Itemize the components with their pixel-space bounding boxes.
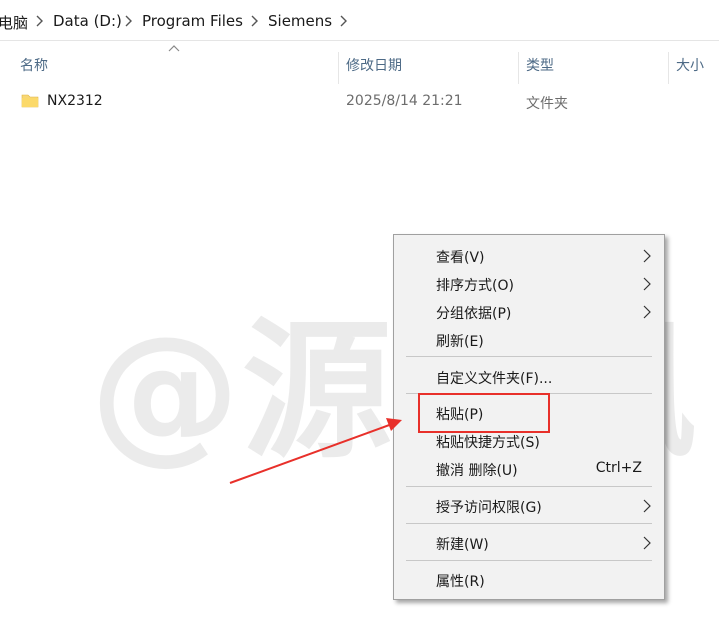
chevron-right-icon <box>643 249 651 263</box>
menu-separator <box>406 560 652 561</box>
file-modified: 2025/8/14 21:21 <box>346 93 463 109</box>
chevron-right-icon <box>643 305 651 319</box>
menu-separator <box>406 486 652 487</box>
menu-item-label: 查看(V) <box>436 250 485 266</box>
menu-item-shortcut: Ctrl+Z <box>595 460 642 476</box>
chevron-right-icon <box>643 499 651 513</box>
menu-item-label: 刷新(E) <box>436 334 484 350</box>
column-divider[interactable] <box>338 52 339 84</box>
chevron-right-icon[interactable] <box>337 14 349 28</box>
file-row[interactable]: NX2312 2025/8/14 21:21 文件夹 <box>0 88 719 116</box>
breadcrumb: 电脑 Data (D:) Program Files Siemens <box>0 0 719 41</box>
menu-item-label: 撤消 删除(U) <box>436 463 518 479</box>
menu-item-undo-delete[interactable]: 撤消 删除(U) Ctrl+Z <box>394 456 664 482</box>
sort-ascending-icon <box>168 45 180 52</box>
menu-item-properties[interactable]: 属性(R) <box>394 567 664 593</box>
menu-item-label: 新建(W) <box>436 537 489 553</box>
menu-separator <box>406 523 652 524</box>
chevron-right-icon <box>251 15 258 27</box>
menu-item-label: 排序方式(O) <box>436 278 514 294</box>
chevron-right-icon <box>125 15 132 27</box>
menu-item-new[interactable]: 新建(W) <box>394 530 664 556</box>
menu-item-give-access[interactable]: 授予访问权限(G) <box>394 493 664 519</box>
breadcrumb-item-program-files[interactable]: Program Files <box>142 12 243 30</box>
column-divider[interactable] <box>518 52 519 84</box>
menu-item-sort-by[interactable]: 排序方式(O) <box>394 271 664 297</box>
chevron-right-icon <box>643 277 651 291</box>
folder-icon <box>21 94 39 108</box>
menu-item-customize-folder[interactable]: 自定义文件夹(F)... <box>394 364 664 390</box>
file-name: NX2312 <box>47 93 103 109</box>
menu-item-view[interactable]: 查看(V) <box>394 243 664 269</box>
column-modified[interactable]: 修改日期 <box>346 55 402 75</box>
column-name[interactable]: 名称 <box>20 55 48 75</box>
breadcrumb-item-drive[interactable]: Data (D:) <box>53 12 122 30</box>
menu-item-label: 分组依据(P) <box>436 306 512 322</box>
column-header: 名称 修改日期 类型 大小 <box>0 52 719 84</box>
menu-item-label: 授予访问权限(G) <box>436 500 542 516</box>
column-divider[interactable] <box>668 52 669 84</box>
menu-item-label: 粘贴快捷方式(S) <box>436 435 540 451</box>
column-size[interactable]: 大小 <box>676 55 704 75</box>
menu-item-label: 自定义文件夹(F)... <box>436 371 553 387</box>
column-type[interactable]: 类型 <box>526 55 554 75</box>
menu-item-refresh[interactable]: 刷新(E) <box>394 327 664 353</box>
chevron-right-icon <box>36 15 43 27</box>
menu-item-label: 属性(R) <box>436 574 485 590</box>
annotation-highlight-box <box>418 393 550 433</box>
file-type: 文件夹 <box>526 96 568 112</box>
breadcrumb-item-pc[interactable]: 电脑 <box>0 12 28 33</box>
menu-separator <box>406 356 652 357</box>
menu-item-group-by[interactable]: 分组依据(P) <box>394 299 664 325</box>
breadcrumb-item-siemens[interactable]: Siemens <box>268 12 332 30</box>
chevron-right-icon <box>643 536 651 550</box>
